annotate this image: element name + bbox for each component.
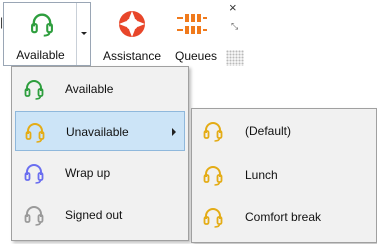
headset-unavailable-icon bbox=[25, 123, 45, 143]
submenu-item-default[interactable]: (Default) bbox=[195, 111, 373, 151]
dropdown-arrow-icon bbox=[81, 32, 87, 35]
submenu-arrow-icon bbox=[172, 128, 176, 136]
menu-item-label: Unavailable bbox=[66, 125, 129, 139]
headset-unavailable-icon bbox=[203, 122, 223, 142]
status-dropdown-toggle[interactable] bbox=[76, 3, 90, 65]
close-icon[interactable]: × bbox=[229, 1, 237, 14]
status-menu: Available Unavailable Wrap up Signed out bbox=[11, 66, 189, 241]
expand-icon[interactable]: ⤡ bbox=[231, 22, 238, 31]
queues-button-label: Queues bbox=[174, 49, 218, 63]
submenu-item-label: Lunch bbox=[245, 168, 278, 182]
assistance-button[interactable]: Assistance bbox=[95, 2, 169, 66]
menu-item-label: Available bbox=[65, 82, 114, 96]
headset-unavailable-icon bbox=[203, 166, 223, 186]
headset-wrapup-icon bbox=[24, 164, 44, 184]
agent-toolbar: | Available Assistance Queues × ⤡ bbox=[0, 0, 246, 68]
menu-item-signed-out[interactable]: Signed out bbox=[15, 195, 185, 235]
submenu-item-label: Comfort break bbox=[245, 210, 322, 224]
submenu-item-comfort-break[interactable]: Comfort break bbox=[195, 197, 373, 237]
assistance-button-label: Assistance bbox=[102, 49, 162, 63]
resize-grip-icon[interactable] bbox=[226, 50, 244, 66]
menu-item-unavailable[interactable]: Unavailable bbox=[15, 111, 185, 151]
queues-button[interactable]: Queues bbox=[171, 2, 221, 66]
unavailable-submenu: (Default) Lunch Comfort break bbox=[191, 108, 377, 243]
menu-item-label: Signed out bbox=[65, 208, 123, 222]
menu-item-available[interactable]: Available bbox=[15, 69, 185, 109]
available-button-label: Available bbox=[16, 48, 65, 62]
headset-icon bbox=[31, 13, 53, 37]
submenu-item-lunch[interactable]: Lunch bbox=[195, 155, 373, 195]
headset-signedout-icon bbox=[24, 206, 44, 226]
menu-item-label: Wrap up bbox=[65, 166, 111, 180]
headset-available-icon bbox=[24, 80, 44, 100]
submenu-item-label: (Default) bbox=[245, 124, 292, 138]
queues-icon bbox=[177, 14, 207, 34]
lifebuoy-icon bbox=[119, 11, 145, 37]
menu-item-wrap-up[interactable]: Wrap up bbox=[15, 153, 185, 193]
headset-unavailable-icon bbox=[203, 208, 223, 228]
available-status-button[interactable]: Available bbox=[3, 2, 91, 66]
